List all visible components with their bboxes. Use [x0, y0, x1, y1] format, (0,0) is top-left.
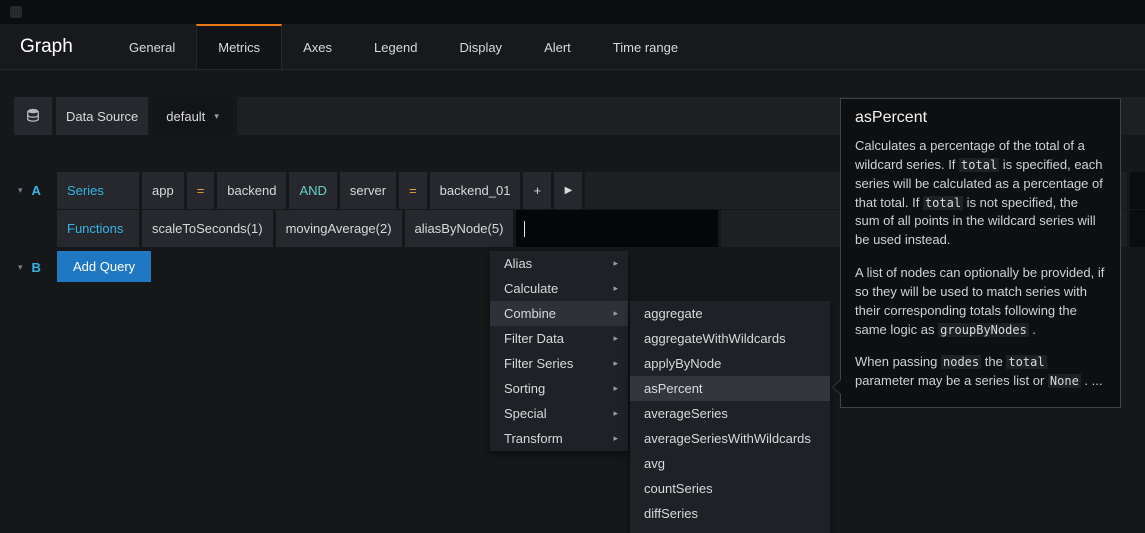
submenu-caret-icon: ▸ — [613, 433, 618, 444]
tooltip-paragraph: When passing nodes the total parameter m… — [855, 353, 1106, 391]
tab-time-range[interactable]: Time range — [592, 24, 699, 69]
function-tooltip: asPercent Calculates a percentage of the… — [840, 98, 1121, 408]
tag-value-backend01[interactable]: backend_01 — [430, 172, 521, 209]
panel-title: Graph — [0, 24, 108, 69]
function-scaleToSeconds[interactable]: scaleToSeconds(1) — [142, 210, 273, 247]
function-aliasByNode[interactable]: aliasByNode(5) — [405, 210, 514, 247]
menu-item-special[interactable]: Special ▸ — [490, 401, 628, 426]
tab-display[interactable]: Display — [438, 24, 523, 69]
tab-alert[interactable]: Alert — [523, 24, 592, 69]
collapse-caret-icon[interactable]: ▾ — [18, 185, 23, 196]
datasource-select[interactable]: default ▾ — [152, 97, 233, 135]
submenu-caret-icon: ▸ — [613, 408, 618, 419]
tooltip-paragraph: Calculates a percentage of the total of … — [855, 137, 1106, 250]
panel-tabs: General Metrics Axes Legend Display Aler… — [108, 24, 699, 69]
tag-equals-operator[interactable]: = — [399, 172, 427, 209]
query-ref-a: A — [32, 183, 41, 198]
submenu-item-applyByNode[interactable]: applyByNode — [630, 351, 830, 376]
add-query-button[interactable]: Add Query — [57, 251, 151, 282]
query-a-ref-cell[interactable]: ▾ A — [14, 172, 54, 209]
datasource-label: Data Source — [56, 97, 148, 135]
menu-item-sorting[interactable]: Sorting ▸ — [490, 376, 628, 401]
app-menu-icon[interactable] — [10, 6, 22, 18]
function-category-menu: Alias ▸ Calculate ▸ Combine ▸ Filter Dat… — [490, 251, 628, 451]
tab-axes[interactable]: Axes — [282, 24, 353, 69]
functions-row-edit-mode-block[interactable] — [1130, 210, 1145, 247]
menu-item-label: Combine — [504, 306, 556, 321]
menu-item-label: Sorting — [504, 381, 545, 396]
run-query-button[interactable]: ▶ — [554, 172, 582, 209]
tooltip-title: asPercent — [855, 109, 1106, 127]
series-button[interactable]: Series — [57, 172, 139, 209]
query-ref-b: B — [32, 260, 41, 275]
menu-item-transform[interactable]: Transform ▸ — [490, 426, 628, 451]
menu-item-label: Filter Data — [504, 331, 564, 346]
text-cursor — [524, 221, 525, 237]
tab-general[interactable]: General — [108, 24, 196, 69]
tag-and-condition[interactable]: AND — [289, 172, 336, 209]
menu-item-label: Transform — [504, 431, 563, 446]
function-movingAverage[interactable]: movingAverage(2) — [276, 210, 402, 247]
submenu-caret-icon: ▸ — [613, 383, 618, 394]
tab-legend[interactable]: Legend — [353, 24, 438, 69]
submenu-item-countSeries[interactable]: countSeries — [630, 476, 830, 501]
collapse-caret-icon[interactable]: ▾ — [18, 262, 23, 273]
submenu-caret-icon: ▸ — [613, 308, 618, 319]
datasource-icon-cell — [14, 97, 52, 135]
submenu-caret-icon: ▸ — [613, 283, 618, 294]
submenu-item-averageSeriesWithWildcards[interactable]: averageSeriesWithWildcards — [630, 426, 830, 451]
tag-value-backend[interactable]: backend — [217, 172, 286, 209]
top-nav-bar — [0, 0, 1145, 24]
combine-submenu: aggregate aggregateWithWildcards applyBy… — [630, 301, 830, 533]
function-search-input[interactable] — [516, 210, 718, 247]
menu-item-calculate[interactable]: Calculate ▸ — [490, 276, 628, 301]
submenu-caret-icon: ▸ — [613, 358, 618, 369]
menu-item-filter-series[interactable]: Filter Series ▸ — [490, 351, 628, 376]
menu-item-alias[interactable]: Alias ▸ — [490, 251, 628, 276]
functions-button[interactable]: Functions — [57, 210, 139, 247]
submenu-item-diffSeries[interactable]: diffSeries — [630, 501, 830, 526]
database-icon — [26, 108, 40, 125]
menu-item-label: Alias — [504, 256, 532, 271]
panel-editor-header: Graph General Metrics Axes Legend Displa… — [0, 24, 1145, 70]
tooltip-arrow — [832, 379, 841, 395]
query-a-edit-mode-block[interactable] — [1130, 172, 1145, 209]
submenu-item-aggregateWithWildcards[interactable]: aggregateWithWildcards — [630, 326, 830, 351]
submenu-caret-icon: ▸ — [613, 258, 618, 269]
submenu-item-asPercent[interactable]: asPercent — [630, 376, 830, 401]
submenu-caret-icon: ▸ — [613, 333, 618, 344]
chevron-down-icon: ▾ — [214, 111, 219, 122]
submenu-item-aggregate[interactable]: aggregate — [630, 301, 830, 326]
query-b-ref-cell[interactable]: ▾ B — [14, 249, 54, 285]
menu-item-filter-data[interactable]: Filter Data ▸ — [490, 326, 628, 351]
add-tag-button[interactable]: + — [523, 172, 551, 209]
menu-item-label: Filter Series — [504, 356, 573, 371]
submenu-item-avg[interactable]: avg — [630, 451, 830, 476]
menu-item-label: Special — [504, 406, 547, 421]
submenu-item-averageSeries[interactable]: averageSeries — [630, 401, 830, 426]
tab-metrics[interactable]: Metrics — [196, 24, 282, 69]
menu-item-combine[interactable]: Combine ▸ — [490, 301, 628, 326]
functions-row-spacer — [14, 210, 54, 247]
menu-item-label: Calculate — [504, 281, 558, 296]
tag-key-server[interactable]: server — [340, 172, 396, 209]
datasource-selected-value: default — [166, 109, 205, 124]
tag-equals-operator[interactable]: = — [187, 172, 215, 209]
tooltip-paragraph: A list of nodes can optionally be provid… — [855, 264, 1106, 339]
tag-key-app[interactable]: app — [142, 172, 184, 209]
